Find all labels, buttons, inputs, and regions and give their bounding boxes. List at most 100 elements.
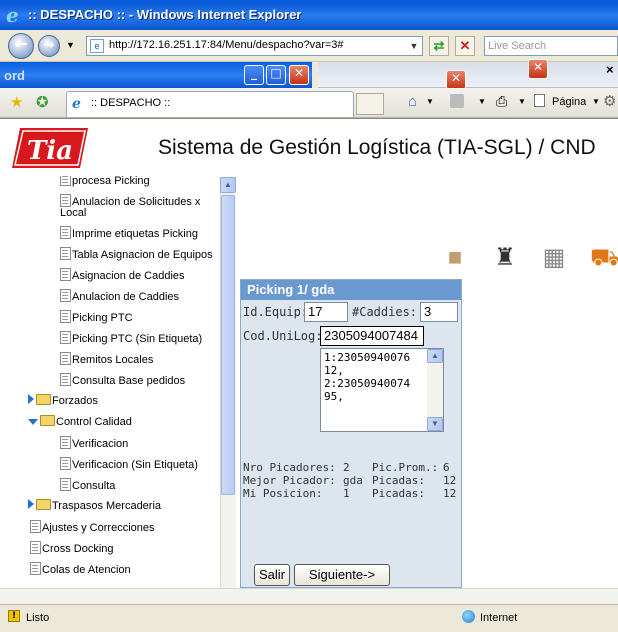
minimize-icon[interactable]: _	[244, 65, 264, 85]
scroll-up-icon[interactable]: ▲	[427, 349, 443, 363]
stop-icon[interactable]: ✕	[455, 36, 475, 56]
tree-item-label: Verificacion	[72, 438, 129, 450]
forward-button[interactable]: →	[38, 35, 60, 57]
salir-button[interactable]: Salir	[254, 564, 290, 586]
tree-item-label: Cross Docking	[42, 543, 114, 555]
warning-icon: !	[8, 610, 20, 622]
add-favorites-icon[interactable]: ✪	[36, 93, 49, 111]
recent-pages-dropdown-icon[interactable]: ▼	[66, 40, 75, 50]
document-icon	[60, 194, 71, 207]
address-url: http://172.16.251.17:84/Menu/despacho?va…	[109, 39, 344, 51]
tree-item[interactable]: Cross Docking	[30, 541, 114, 555]
pallet-icon[interactable]: ■	[441, 244, 469, 272]
feeds-icon[interactable]	[450, 94, 464, 108]
tree-item-label: Colas de Atencion	[42, 564, 131, 576]
tree-item[interactable]: Forzados	[28, 394, 98, 407]
favorites-star-icon[interactable]: ★	[10, 93, 23, 111]
cod-unilog-input[interactable]: 2305094007484	[320, 326, 424, 346]
nro-picadores-value: 2	[343, 461, 350, 474]
picadas-label: Picadas:	[372, 487, 425, 500]
tree-item[interactable]: Verificacion (Sin Etiqueta)	[60, 457, 198, 471]
internet-zone-icon	[462, 610, 475, 623]
search-input[interactable]: Live Search	[484, 36, 618, 56]
caddies-input[interactable]: 3	[420, 302, 458, 322]
page-dropdown-icon[interactable]: ▼	[592, 97, 600, 106]
page-menu[interactable]: Página	[552, 96, 586, 108]
folder-icon	[36, 499, 51, 510]
tree-item[interactable]: Control Calidad	[28, 415, 132, 428]
close-icon[interactable]: ✕	[528, 59, 548, 79]
tree-item[interactable]: procesa Picking	[60, 176, 150, 187]
picking-header: Picking 1/ gda	[241, 280, 461, 300]
document-icon	[60, 331, 71, 344]
feeds-dropdown-icon[interactable]: ▼	[478, 97, 486, 106]
new-tab-button[interactable]	[356, 93, 384, 115]
tree-item[interactable]: Ajustes y Correcciones	[30, 520, 155, 534]
document-icon	[30, 520, 41, 533]
print-icon[interactable]: ⎙	[496, 93, 507, 110]
id-equip-label: Id.Equip:	[243, 305, 309, 319]
tree-item-label: Asignacion de Caddies	[72, 270, 185, 282]
document-icon	[60, 247, 71, 260]
background-window-area	[318, 62, 618, 88]
maximize-icon[interactable]: □	[266, 65, 286, 85]
scrollbar-thumb[interactable]	[221, 195, 235, 495]
close-icon[interactable]: ✕	[289, 65, 309, 85]
truck-icon[interactable]: ⛟	[590, 244, 618, 272]
tree-item[interactable]: Imprime etiquetas Picking	[60, 226, 198, 240]
id-equip-input[interactable]: 17	[304, 302, 348, 322]
page-horizontal-scrollbar[interactable]	[0, 588, 618, 604]
tree-item[interactable]: Picking PTC (Sin Etiqueta)	[60, 331, 202, 345]
expand-icon[interactable]	[28, 499, 34, 509]
tree-item-label: Tabla Asignacion de Equipos	[72, 249, 213, 261]
status-text: Listo	[26, 612, 50, 624]
tree-item[interactable]: Local	[60, 207, 86, 219]
home-dropdown-icon[interactable]: ▼	[426, 97, 434, 106]
address-bar[interactable]: e http://172.16.251.17:84/Menu/despacho?…	[86, 36, 423, 56]
tree-item[interactable]: Traspasos Mercaderia	[28, 499, 161, 512]
tab-despacho[interactable]: e :: DESPACHO ::	[66, 91, 354, 117]
tree-item[interactable]: Verificacion	[60, 436, 128, 450]
tia-logo: Tia	[10, 126, 90, 170]
tree-item-label: Consulta Base pedidos	[72, 375, 186, 387]
forklift-icon[interactable]: ♜	[491, 244, 519, 272]
siguiente-button[interactable]: Siguiente->	[294, 564, 390, 586]
tree-item[interactable]: Consulta Base pedidos	[60, 373, 185, 387]
tree-item-label: Control Calidad	[56, 416, 132, 428]
refresh-icon[interactable]: ⇄	[429, 36, 449, 56]
nro-picadores-label: Nro Picadores:	[243, 461, 336, 474]
cart-icon[interactable]: ▦	[540, 244, 568, 272]
back-button[interactable]: ←	[8, 33, 34, 59]
close-icon[interactable]: ✕	[446, 70, 466, 90]
tree-item[interactable]: Asignacion de Caddies	[60, 268, 185, 282]
collapse-icon[interactable]	[28, 419, 38, 425]
tree-item-label: Remitos Locales	[72, 354, 154, 366]
home-icon[interactable]: ⌂	[408, 93, 417, 110]
tree-item[interactable]: Picking PTC	[60, 310, 133, 324]
pic-prom-label: Pic.Prom.:	[372, 461, 439, 474]
window-title: :: DESPACHO :: - Windows Internet Explor…	[28, 7, 302, 22]
tree-item[interactable]: Tabla Asignacion de Equipos	[60, 247, 213, 261]
document-icon	[60, 373, 71, 386]
scroll-down-icon[interactable]: ▼	[427, 417, 443, 431]
pic-prom-value: 6	[443, 461, 450, 474]
picked-codes-textarea[interactable]: 1:23050940076 12, 2:23050940074 95,	[320, 348, 444, 432]
expand-icon[interactable]	[28, 394, 34, 404]
tree-item[interactable]: Colas de Atencion	[30, 562, 131, 576]
tree-item-label: Imprime etiquetas Picking	[72, 228, 198, 240]
print-dropdown-icon[interactable]: ▼	[518, 97, 526, 106]
ie-page-icon: e	[72, 96, 81, 112]
scroll-up-icon[interactable]: ▲	[220, 177, 236, 193]
document-icon	[60, 268, 71, 281]
tree-item[interactable]: Anulacion de Caddies	[60, 289, 179, 303]
tools-gear-icon[interactable]: ⚙	[603, 92, 616, 110]
address-dropdown-icon[interactable]: ▼	[407, 38, 421, 54]
tree-item[interactable]: Anulacion de Solicitudes x	[60, 194, 200, 208]
page-menu-icon	[534, 94, 545, 107]
tree-item[interactable]: Remitos Locales	[60, 352, 153, 366]
mi-posicion-value: 1	[343, 487, 350, 500]
background-window-title: ord	[4, 68, 25, 83]
picadas-label: Picadas:	[372, 474, 425, 487]
picadas-value: 12	[443, 474, 457, 487]
tree-item[interactable]: Consulta	[60, 478, 115, 492]
